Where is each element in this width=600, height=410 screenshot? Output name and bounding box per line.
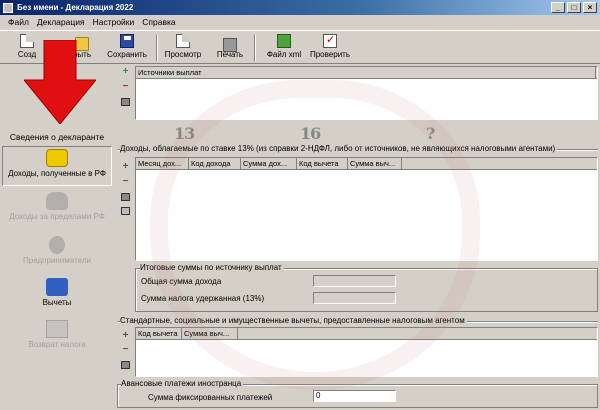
annotation-13: 13 <box>174 124 195 143</box>
sources-column-header[interactable]: Источники выплат <box>136 67 596 78</box>
edit-income-icon[interactable] <box>121 193 130 201</box>
title-bar: Без имени - Декларация 2022 _ □ × <box>0 0 600 15</box>
sidebar-item-income-abroad[interactable]: Доходы за пределами РФ <box>2 190 112 230</box>
advance-title: Авансовые платежи иностранца <box>121 379 244 388</box>
document-icon <box>46 320 68 338</box>
menu-declaration[interactable]: Декларация <box>33 17 89 27</box>
income-col-income-sum[interactable]: Сумма дох... <box>241 158 297 169</box>
menu-help[interactable]: Справка <box>138 17 179 27</box>
remove-deduction-button[interactable]: − <box>120 345 131 356</box>
gears-icon <box>49 236 65 254</box>
print-button[interactable]: Печать <box>210 34 250 63</box>
window-title: Без имени - Декларация 2022 <box>17 3 134 12</box>
edit-deduction-icon[interactable] <box>121 361 130 369</box>
menu-bar: Файл Декларация Настройки Справка <box>0 15 600 29</box>
sidebar-item-label: Вычеты <box>42 298 72 307</box>
add-deduction-button[interactable]: + <box>120 331 131 342</box>
preview-label: Просмотр <box>164 50 202 59</box>
deductions-grid[interactable]: Код вычета Сумма выч... <box>135 327 598 377</box>
toolbar-separator <box>254 35 256 61</box>
remove-income-button[interactable]: − <box>120 177 131 188</box>
income-col-deduction-code[interactable]: Код вычета <box>297 158 348 169</box>
maximize-button[interactable]: □ <box>567 2 581 13</box>
sidebar-item-income-rf[interactable]: Доходы, полученные в РФ <box>2 146 112 186</box>
xml-file-icon <box>277 34 291 48</box>
person-icon <box>46 278 68 296</box>
check-button[interactable]: Проверить <box>308 33 352 63</box>
preview-icon <box>176 34 190 48</box>
deductions-col-code[interactable]: Код вычета <box>136 328 182 339</box>
save-disk-icon <box>120 34 134 48</box>
totals-title: Итоговые суммы по источнику выплат <box>140 263 284 272</box>
tax-withheld-label: Сумма налога удержанная (13%) <box>141 294 265 303</box>
printer-icon <box>223 38 237 52</box>
income-group-title: Доходы, облагаемые по ставке 13% (из спр… <box>120 144 558 153</box>
income-col-deduction-sum[interactable]: Сумма выч... <box>348 158 402 169</box>
money-bag-icon <box>46 192 68 210</box>
tax-withheld-field <box>313 292 396 304</box>
add-source-button[interactable]: + <box>120 67 131 78</box>
sources-grid[interactable]: Источники выплат <box>135 66 598 120</box>
coins-icon <box>46 149 68 167</box>
income-col-month[interactable]: Месяц дох... <box>136 158 189 169</box>
annotation-16: 16 <box>300 124 321 143</box>
deductions-group-title: Стандартные, социальные и имущественные … <box>120 316 467 325</box>
menu-file[interactable]: Файл <box>4 17 33 27</box>
sidebar-item-entrepreneurs[interactable]: Предприниматели <box>2 234 112 274</box>
copy-income-icon[interactable] <box>121 207 130 215</box>
edit-source-icon[interactable] <box>121 98 130 106</box>
menu-settings[interactable]: Настройки <box>89 17 139 27</box>
preview-button[interactable]: Просмотр <box>160 34 206 63</box>
xml-label: Файл xml <box>266 50 302 59</box>
minimize-button[interactable]: _ <box>551 2 565 13</box>
sidebar-item-deductions[interactable]: Вычеты <box>2 276 112 316</box>
save-label: Сохранить <box>107 50 147 59</box>
sidebar-item-label: Доходы за пределами РФ <box>9 212 105 221</box>
income-col-income-code[interactable]: Код дохода <box>189 158 241 169</box>
income-grid[interactable]: Месяц дох... Код дохода Сумма дох... Код… <box>135 157 598 261</box>
check-label: Проверить <box>309 50 350 59</box>
annotation-question: ? <box>426 124 435 143</box>
check-icon <box>323 33 337 48</box>
sidebar-item-label: Доходы, полученные в РФ <box>8 169 106 178</box>
sidebar-item-label: Возврат налога <box>28 340 86 349</box>
deductions-col-sum[interactable]: Сумма выч... <box>182 328 238 339</box>
close-button[interactable]: × <box>583 2 597 13</box>
app-icon <box>3 2 13 13</box>
sidebar-item-tax-refund[interactable]: Возврат налога <box>2 318 112 358</box>
add-income-button[interactable]: + <box>120 162 131 173</box>
remove-source-button[interactable]: − <box>120 82 131 93</box>
red-arrow-icon <box>24 40 96 124</box>
fixed-payments-input[interactable]: 0 <box>313 390 396 402</box>
toolbar-separator <box>156 35 158 61</box>
save-button[interactable]: Сохранить <box>104 34 150 63</box>
fixed-payments-label: Сумма фиксированных платежей <box>148 393 273 402</box>
sidebar-item-label: Предприниматели <box>23 256 91 265</box>
total-income-label: Общая сумма дохода <box>141 277 222 286</box>
xml-file-button[interactable]: Файл xml <box>262 34 306 63</box>
sidebar-heading[interactable]: Сведения о декларанте <box>2 132 112 144</box>
total-income-field <box>313 275 396 287</box>
